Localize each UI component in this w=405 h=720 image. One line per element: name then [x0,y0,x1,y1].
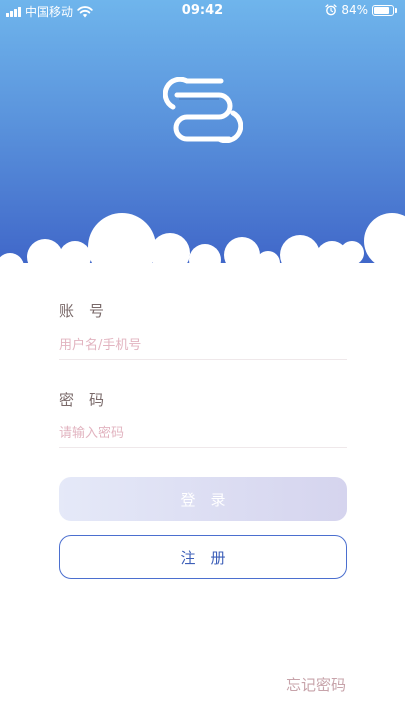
alarm-icon [325,4,337,16]
login-button[interactable]: 登 录 [59,477,347,521]
battery-level [374,6,390,14]
register-button[interactable]: 注 册 [59,535,347,579]
username-divider [59,359,347,360]
password-label: 密 码 [59,391,105,409]
username-label: 账 号 [59,302,105,320]
password-input[interactable] [59,422,347,444]
battery-percent: 84% [341,3,368,17]
forgot-password-link[interactable]: 忘记密码 [286,674,346,695]
status-right: 84% [325,3,397,17]
clouds-decoration [0,213,405,270]
app-logo-icon [163,77,243,143]
status-bar: 中国移动 09:42 84% [0,0,405,22]
username-input[interactable] [59,334,347,356]
password-divider [59,447,347,448]
battery-icon [372,4,397,16]
